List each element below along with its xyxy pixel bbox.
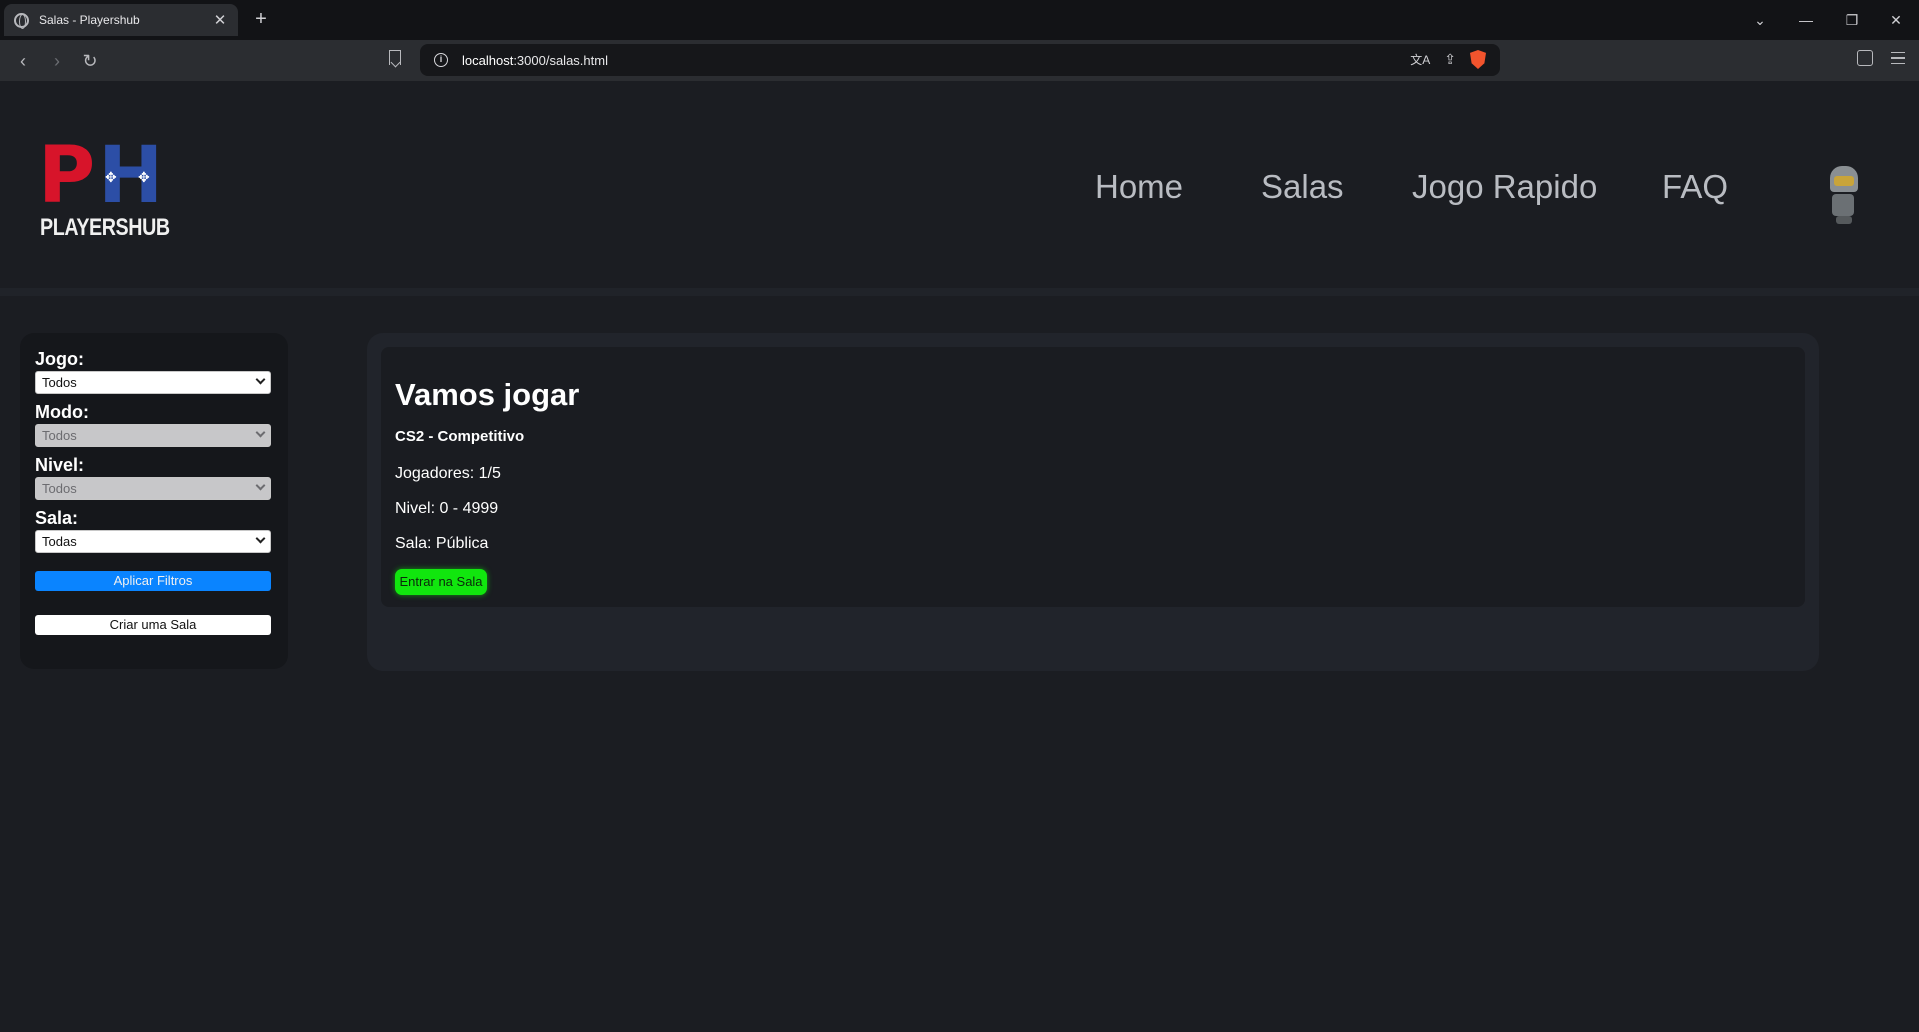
filter-modo-label: Modo: [35,402,89,422]
apply-filters-button[interactable]: Aplicar Filtros [35,571,271,591]
chevron-down-icon [255,374,266,385]
nav-faq[interactable]: FAQ [1662,168,1728,206]
translate-icon[interactable]: 文A [1410,51,1430,68]
playershub-logo[interactable]: P H ✥ ✥ PLAYERSHUB [38,131,170,241]
filter-jogo-value: Todos [42,375,77,390]
nav-jogo-rapido[interactable]: Jogo Rapido [1412,168,1597,206]
filter-nivel-label: Nivel: [35,455,85,475]
globe-icon [14,12,29,29]
header-divider [0,288,1919,296]
address-bar[interactable]: i localhost:3000/salas.html 文A ⇪ [420,44,1500,76]
rooms-panel: Vamos jogar CS2 - Competitivo Jogadores:… [367,333,1819,671]
back-icon[interactable]: ‹ [11,49,35,73]
gamepad-buttons-icon: ✥ [138,169,150,185]
site-header [0,81,1919,291]
user-avatar[interactable] [1826,166,1862,224]
filter-modo-value: Todos [42,428,77,443]
robot-body-icon [1832,194,1854,216]
share-icon[interactable]: ⇪ [1444,51,1456,68]
logo-wordmark: PLAYERSHUB [40,214,170,241]
minimize-icon[interactable]: — [1783,0,1829,40]
robot-base-icon [1836,216,1852,224]
brave-shield-icon[interactable] [1470,50,1486,69]
filters-panel: Jogo: Todos Modo: Todos Nivel: Todos Sal… [20,333,288,669]
filter-jogo-label: Jogo: [35,349,84,369]
gamepad-dpad-icon: ✥ [105,169,117,185]
window-close-icon[interactable]: ✕ [1873,0,1919,40]
restore-icon[interactable]: ❐ [1829,0,1875,40]
create-room-button[interactable]: Criar uma Sala [35,615,271,635]
chevron-down-icon [255,533,266,544]
info-icon[interactable]: i [434,53,448,67]
robot-visor-icon [1834,176,1854,186]
forward-icon[interactable]: › [45,49,69,73]
filter-nivel-value: Todos [42,481,77,496]
enter-room-button[interactable]: Entrar na Sala [395,569,487,595]
new-tab-button[interactable]: + [250,8,272,30]
tab-title: Salas - Playershub [39,13,140,27]
nav-home[interactable]: Home [1095,168,1183,206]
tab-search-chevron-icon[interactable]: ⌄ [1737,0,1783,40]
url-text[interactable]: localhost:3000/salas.html [462,53,608,68]
filter-nivel-select[interactable]: Todos [35,477,271,500]
extensions-icon[interactable] [1857,50,1873,66]
reload-icon[interactable]: ↻ [78,49,102,73]
filter-sala-label: Sala: [35,508,79,528]
browser-tabstrip: Salas - Playershub ✕ + ⌄ — ❐ ✕ [0,0,1919,40]
bookmark-icon[interactable] [389,50,401,65]
filter-sala-select[interactable]: Todas [35,530,271,553]
room-card: Vamos jogar CS2 - Competitivo Jogadores:… [381,347,1805,607]
room-players: Jogadores: 1/5 [395,465,501,482]
tab-close-icon[interactable]: ✕ [212,11,228,29]
chevron-down-icon [255,427,266,438]
room-title: Vamos jogar [395,377,580,412]
url-host: localhost [462,52,514,68]
url-path: :3000/salas.html [513,52,608,68]
room-level: Nivel: 0 - 4999 [395,500,499,517]
nav-salas[interactable]: Salas [1261,168,1344,206]
filter-modo-select[interactable]: Todos [35,424,271,447]
room-visibility: Sala: Pública [395,535,489,552]
menu-icon[interactable] [1891,52,1905,64]
chevron-down-icon [255,480,266,491]
address-bar-actions: 文A ⇪ [1410,50,1486,69]
logo-letter-p: P [38,131,95,221]
browser-tab-active[interactable]: Salas - Playershub ✕ [4,4,238,36]
room-game-mode: CS2 - Competitivo [395,428,525,445]
filter-jogo-select[interactable]: Todos [35,371,271,394]
filter-sala-value: Todas [42,534,77,549]
